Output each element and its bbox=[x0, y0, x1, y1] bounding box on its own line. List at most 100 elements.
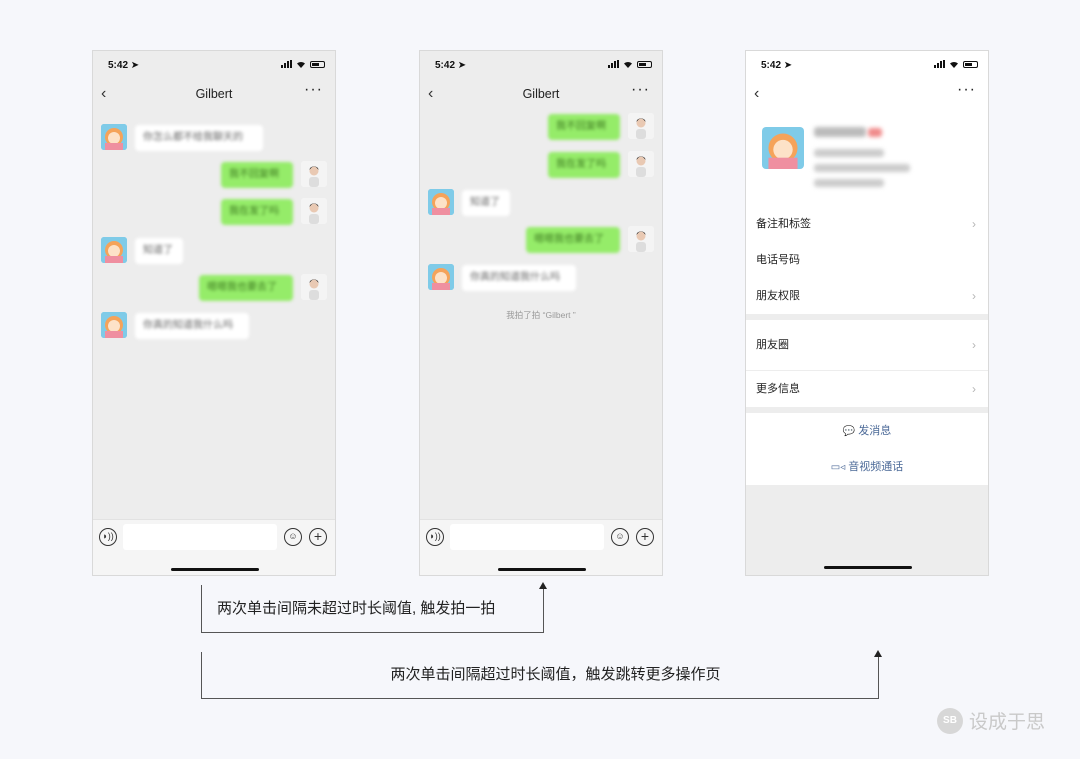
back-icon[interactable]: ‹ bbox=[754, 85, 759, 103]
video-call-button[interactable]: ▭◃ 音视频通话 bbox=[746, 449, 988, 485]
chat-bubble-sent[interactable]: 嗯嗯我也要去了 bbox=[526, 227, 620, 253]
arrow-up-icon bbox=[539, 582, 547, 589]
signal-icon bbox=[608, 60, 619, 68]
chat-bubble-sent[interactable]: 我不回复啊 bbox=[548, 114, 620, 140]
man-avatar-icon bbox=[628, 151, 654, 177]
girl-avatar-icon bbox=[762, 127, 804, 169]
more-icon[interactable]: ··· bbox=[304, 81, 323, 99]
contact-name-redacted bbox=[814, 127, 866, 137]
video-camera-icon: ▭◃ bbox=[830, 462, 846, 473]
connector-line bbox=[201, 632, 544, 633]
chevron-right-icon: › bbox=[972, 289, 976, 303]
contact-avatar[interactable] bbox=[428, 189, 454, 215]
status-time: 5:42 ➤ bbox=[108, 60, 140, 71]
battery-icon bbox=[963, 60, 978, 68]
more-icon[interactable]: ··· bbox=[957, 81, 976, 99]
chat-screen-pat: 5:42 ➤ ‹ Gilbert ··· 我不回复啊 我在发了吗 知道了 嗯嗯我… bbox=[419, 50, 663, 576]
signal-icon bbox=[934, 60, 945, 68]
emoji-icon[interactable]: ☺ bbox=[284, 528, 302, 546]
send-message-button[interactable]: 💬 发消息 bbox=[746, 413, 988, 449]
send-message-label: 发消息 bbox=[858, 425, 892, 437]
chat-bubble-received[interactable]: 你真的知道我什么吗 bbox=[462, 265, 576, 291]
emoji-icon[interactable]: ☺ bbox=[611, 528, 629, 546]
row-label: 朋友权限 bbox=[756, 290, 800, 302]
girl-avatar-icon bbox=[428, 189, 454, 215]
my-avatar[interactable] bbox=[628, 226, 654, 252]
my-avatar[interactable] bbox=[301, 198, 327, 224]
contact-avatar[interactable] bbox=[762, 127, 804, 169]
chat-bubble-sent[interactable]: 我不回复啊 bbox=[221, 162, 293, 188]
plus-icon[interactable]: + bbox=[636, 528, 654, 546]
message-input[interactable] bbox=[450, 524, 604, 550]
chat-bubble-sent[interactable]: 我在发了吗 bbox=[548, 152, 620, 178]
girl-avatar-icon bbox=[428, 264, 454, 290]
man-avatar-icon bbox=[301, 161, 327, 187]
chevron-right-icon: › bbox=[972, 217, 976, 231]
profile-header: 5:42 ➤ ‹ ··· bbox=[746, 51, 988, 209]
row-label: 更多信息 bbox=[756, 383, 800, 395]
my-avatar[interactable] bbox=[628, 151, 654, 177]
status-bar: 5:42 ➤ bbox=[93, 51, 335, 81]
chat-bubble-received[interactable]: 知道了 bbox=[462, 190, 510, 216]
nav-bar: ‹ Gilbert ··· bbox=[420, 81, 662, 109]
annotation-text-pat: 两次单击间隔未超过时长阈值, 触发拍一拍 bbox=[217, 600, 496, 617]
row-phone-number[interactable]: 电话号码 bbox=[746, 242, 988, 278]
wifi-icon bbox=[950, 61, 958, 68]
voice-icon[interactable]: ◗)) bbox=[99, 528, 117, 546]
chat-bubble-received[interactable]: 知道了 bbox=[135, 238, 183, 264]
battery-icon bbox=[637, 60, 652, 68]
contact-info-redacted bbox=[814, 164, 910, 172]
my-avatar[interactable] bbox=[301, 161, 327, 187]
girl-avatar-icon bbox=[101, 124, 127, 150]
message-input[interactable] bbox=[123, 524, 277, 550]
girl-avatar-icon bbox=[101, 312, 127, 338]
chat-bubble-sent[interactable]: 嗯嗯我也要去了 bbox=[199, 275, 293, 301]
chat-title: Gilbert bbox=[522, 87, 560, 101]
input-bar: ◗)) ☺ + bbox=[420, 519, 662, 575]
pat-notice: 我拍了拍 “Gilbert ” bbox=[506, 310, 576, 320]
video-call-label: 音视频通话 bbox=[848, 461, 904, 473]
gender-icon bbox=[868, 128, 882, 137]
status-bar: 5:42 ➤ bbox=[420, 51, 662, 81]
home-indicator[interactable] bbox=[171, 568, 259, 571]
chat-title: Gilbert bbox=[195, 87, 233, 101]
signal-icon bbox=[281, 60, 292, 68]
chat-bubble-received[interactable]: 你怎么都不给我聊天的 bbox=[135, 125, 263, 151]
chat-screen-before: 5:42 ➤ ‹ Gilbert ··· 你怎么都不给我聊天的 我不回复啊 我在… bbox=[92, 50, 336, 576]
row-remarks-tags[interactable]: 备注和标签 › bbox=[746, 206, 988, 242]
status-bar: 5:42 ➤ bbox=[746, 51, 988, 81]
my-avatar[interactable] bbox=[628, 113, 654, 139]
home-indicator[interactable] bbox=[498, 568, 586, 571]
man-avatar-icon bbox=[628, 113, 654, 139]
contact-avatar[interactable] bbox=[101, 237, 127, 263]
input-bar: ◗)) ☺ + bbox=[93, 519, 335, 575]
brand-watermark: SB 设成于思 bbox=[937, 707, 1045, 734]
man-avatar-icon bbox=[301, 274, 327, 300]
chat-bubble-received[interactable]: 你真的知道我什么吗 bbox=[135, 313, 249, 339]
more-icon[interactable]: ··· bbox=[631, 81, 650, 99]
row-moments[interactable]: 朋友圈 › bbox=[746, 320, 988, 370]
nav-bar: ‹ Gilbert ··· bbox=[93, 81, 335, 109]
man-avatar-icon bbox=[301, 198, 327, 224]
wifi-icon bbox=[624, 61, 632, 68]
voice-icon[interactable]: ◗)) bbox=[426, 528, 444, 546]
contact-info-redacted bbox=[814, 179, 884, 187]
plus-icon[interactable]: + bbox=[309, 528, 327, 546]
row-more-info[interactable]: 更多信息 › bbox=[746, 371, 988, 407]
row-label: 备注和标签 bbox=[756, 218, 811, 230]
nav-bar: ‹ ··· bbox=[746, 81, 988, 109]
chat-bubble-icon: 💬 bbox=[842, 426, 856, 437]
row-label: 电话号码 bbox=[756, 254, 800, 266]
my-avatar[interactable] bbox=[301, 274, 327, 300]
arrow-up-icon bbox=[874, 650, 882, 657]
contact-avatar[interactable] bbox=[101, 124, 127, 150]
contact-avatar[interactable] bbox=[428, 264, 454, 290]
man-avatar-icon bbox=[628, 226, 654, 252]
wifi-icon bbox=[297, 61, 305, 68]
chat-bubble-sent[interactable]: 我在发了吗 bbox=[221, 199, 293, 225]
row-friend-permissions[interactable]: 朋友权限 › bbox=[746, 278, 988, 314]
home-indicator[interactable] bbox=[824, 566, 912, 569]
contact-avatar[interactable] bbox=[101, 312, 127, 338]
status-time: 5:42 ➤ bbox=[761, 60, 793, 71]
row-label: 朋友圈 bbox=[756, 339, 789, 351]
